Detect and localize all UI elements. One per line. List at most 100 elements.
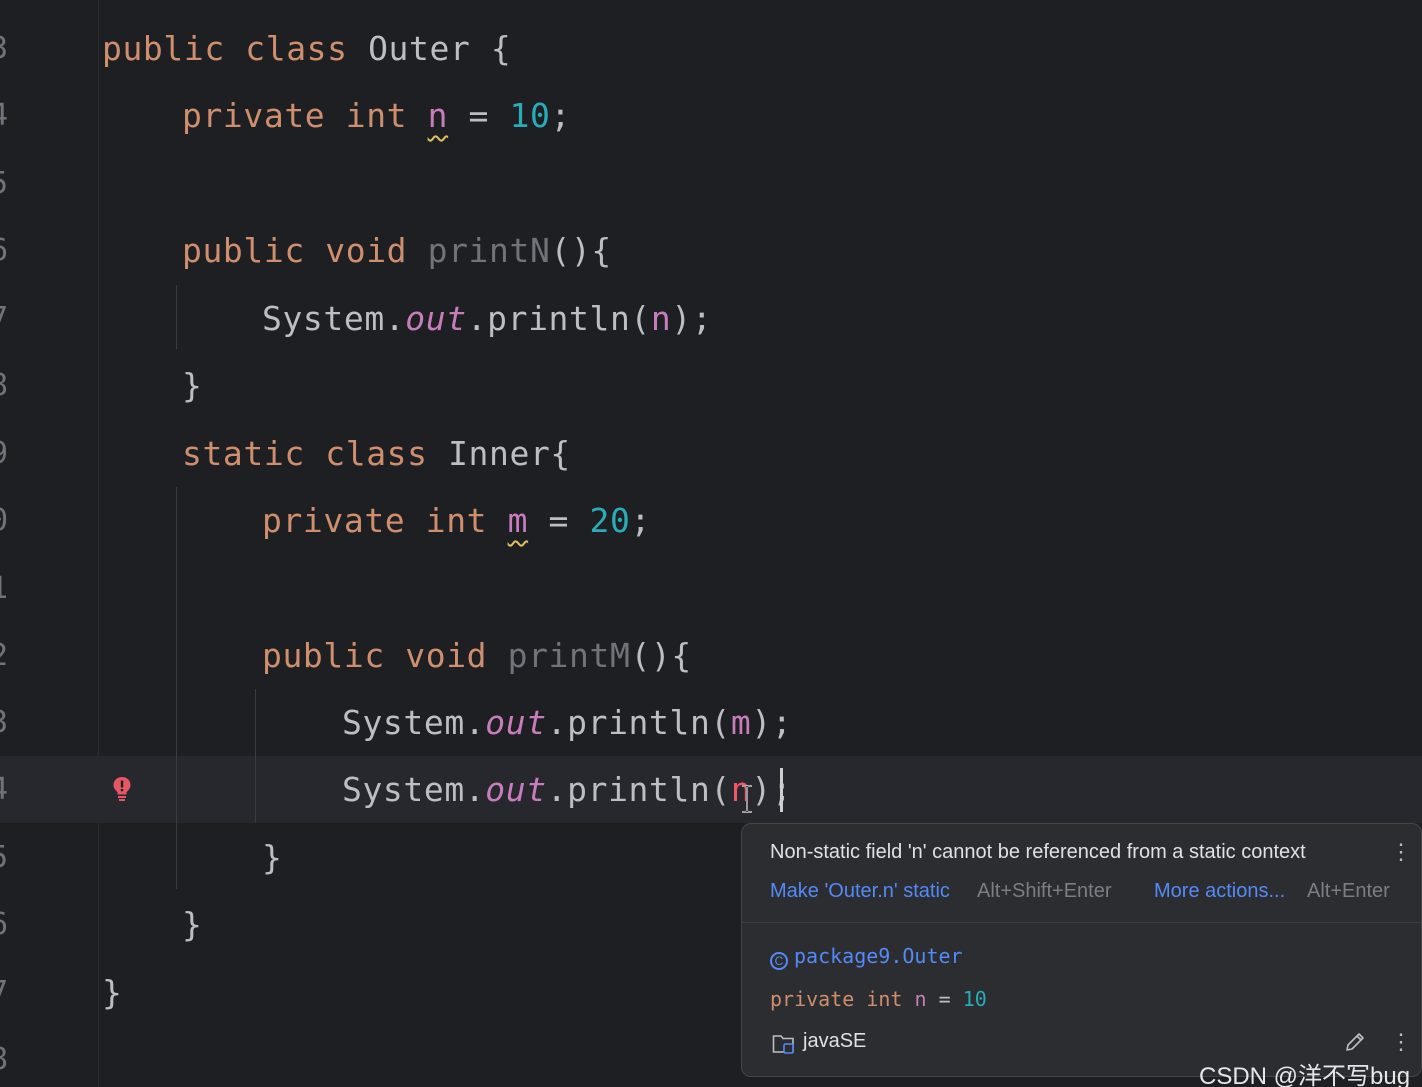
line-number: 4	[0, 82, 8, 149]
class-ref-link[interactable]: package9.Outer	[794, 944, 963, 968]
text-ibeam-cursor-icon	[742, 785, 752, 813]
keyword: int	[425, 501, 488, 540]
code-text[interactable]: }	[102, 959, 122, 1026]
kebab-menu-icon[interactable]: ⋮	[1390, 841, 1412, 863]
brace: }	[262, 838, 283, 877]
brace: }	[182, 366, 203, 405]
punctuation: );	[751, 703, 793, 742]
error-message: Non-static field 'n' cannot be reference…	[770, 841, 1306, 863]
punctuation: );	[751, 770, 793, 809]
field-n[interactable]: n	[428, 96, 448, 135]
keyword: int	[866, 987, 903, 1011]
code-line[interactable]: 7 System.out.println(n);	[0, 285, 1422, 352]
code-line[interactable]: 9 static class Inner{	[0, 420, 1422, 487]
line-number: 8	[0, 352, 8, 419]
class-ref: System.	[342, 770, 486, 809]
code-line[interactable]: 0 private int m = 20;	[0, 487, 1422, 554]
module-folder-icon	[772, 1035, 794, 1054]
indent-guide	[255, 756, 256, 823]
code-text[interactable]: }	[182, 891, 202, 958]
footer-kebab-menu-icon[interactable]: ⋮	[1390, 1031, 1412, 1053]
class-ref: System.	[262, 299, 406, 338]
code-text[interactable]: public void printM(){	[262, 622, 692, 689]
class-ref: System.	[342, 703, 486, 742]
keyword: private	[262, 501, 406, 540]
fix-shortcut: Alt+Shift+Enter	[977, 880, 1112, 902]
field-m[interactable]: m	[508, 501, 528, 540]
line-number: 2	[0, 622, 8, 689]
keyword: void	[325, 231, 408, 270]
keyword: public	[182, 231, 305, 270]
keyword: void	[405, 636, 488, 675]
code-text[interactable]: System.out.println(n);	[342, 756, 792, 823]
code-line[interactable]: 3 public class Outer {	[0, 15, 1422, 82]
watermark: CSDN @洋不写bug	[1199, 1063, 1411, 1087]
more-actions-shortcut: Alt+Enter	[1307, 880, 1390, 902]
semicolon: ;	[550, 96, 571, 135]
code-text[interactable]: System.out.println(n);	[262, 285, 712, 352]
code-line[interactable]: 6 public void printN(){	[0, 217, 1422, 284]
line-number: 5	[0, 150, 8, 217]
field-ref: n	[650, 299, 672, 338]
static-field: out	[405, 299, 467, 338]
method-name[interactable]: printM	[508, 636, 631, 675]
static-field: out	[485, 770, 547, 809]
line-number: 6	[0, 891, 8, 958]
current-code-line[interactable]: 4 System.out.println(n);	[0, 756, 1422, 823]
line-number: 3	[0, 689, 8, 756]
inspection-popup[interactable]: Non-static field 'n' cannot be reference…	[741, 823, 1422, 1077]
brace: }	[102, 973, 123, 1012]
declaration-class-ref[interactable]: Cpackage9.Outer	[770, 944, 963, 970]
edit-pencil-icon[interactable]	[1344, 1031, 1366, 1053]
static-field: out	[485, 703, 547, 742]
method-call: .println(	[466, 299, 651, 338]
class-icon: C	[770, 952, 788, 970]
field-declaration: private int n = 10	[770, 987, 987, 1011]
semicolon: ;	[630, 501, 651, 540]
line-number: 3	[0, 15, 8, 82]
line-number: 7	[0, 285, 8, 352]
code-text[interactable]: }	[182, 352, 202, 419]
keyword: private	[770, 987, 855, 1011]
indent-guide	[176, 756, 177, 823]
line-number: 1	[0, 555, 8, 622]
line-number: 5	[0, 824, 8, 891]
keyword: class	[325, 434, 428, 473]
code-text[interactable]: static class Inner{	[182, 420, 571, 487]
line-number: 6	[0, 217, 8, 284]
text-caret	[780, 768, 783, 812]
code-text[interactable]: public class Outer {	[102, 15, 511, 82]
keyword: public	[262, 636, 385, 675]
code-line[interactable]: 4 private int n = 10;	[0, 82, 1422, 149]
code-text[interactable]: System.out.println(m);	[342, 689, 792, 756]
class-name: Inner{	[448, 434, 571, 473]
code-text[interactable]: }	[262, 824, 282, 891]
brace: }	[182, 905, 203, 944]
code-text[interactable]: private int m = 20;	[262, 487, 651, 554]
punctuation: );	[671, 299, 713, 338]
make-static-fix-link[interactable]: Make 'Outer.n' static	[770, 880, 950, 903]
operator: =	[926, 987, 963, 1011]
keyword: static	[182, 434, 305, 473]
number-literal: 20	[589, 501, 631, 540]
red-lightbulb-icon[interactable]	[112, 776, 132, 802]
method-call: .println(	[546, 703, 731, 742]
module-name: javaSE	[803, 1030, 867, 1052]
popup-problem-section: Non-static field 'n' cannot be reference…	[742, 824, 1421, 923]
operator: =	[528, 501, 590, 540]
method-name[interactable]: printN	[428, 231, 551, 270]
field-ref: m	[730, 703, 752, 742]
line-number: 4	[0, 756, 8, 823]
line-number: 8	[0, 1026, 8, 1087]
more-actions-link[interactable]: More actions...	[1154, 880, 1285, 903]
code-line[interactable]: 1	[0, 555, 1422, 622]
code-line[interactable]: 2 public void printM(){	[0, 622, 1422, 689]
code-text[interactable]: public void printN(){	[182, 217, 612, 284]
code-text[interactable]: private int n = 10;	[182, 82, 571, 149]
code-line[interactable]: 3 System.out.println(m);	[0, 689, 1422, 756]
line-number: 0	[0, 487, 8, 554]
code-line[interactable]: 8 }	[0, 352, 1422, 419]
class-name: Outer {	[368, 29, 512, 68]
operator: =	[448, 96, 510, 135]
code-line[interactable]: 5	[0, 150, 1422, 217]
